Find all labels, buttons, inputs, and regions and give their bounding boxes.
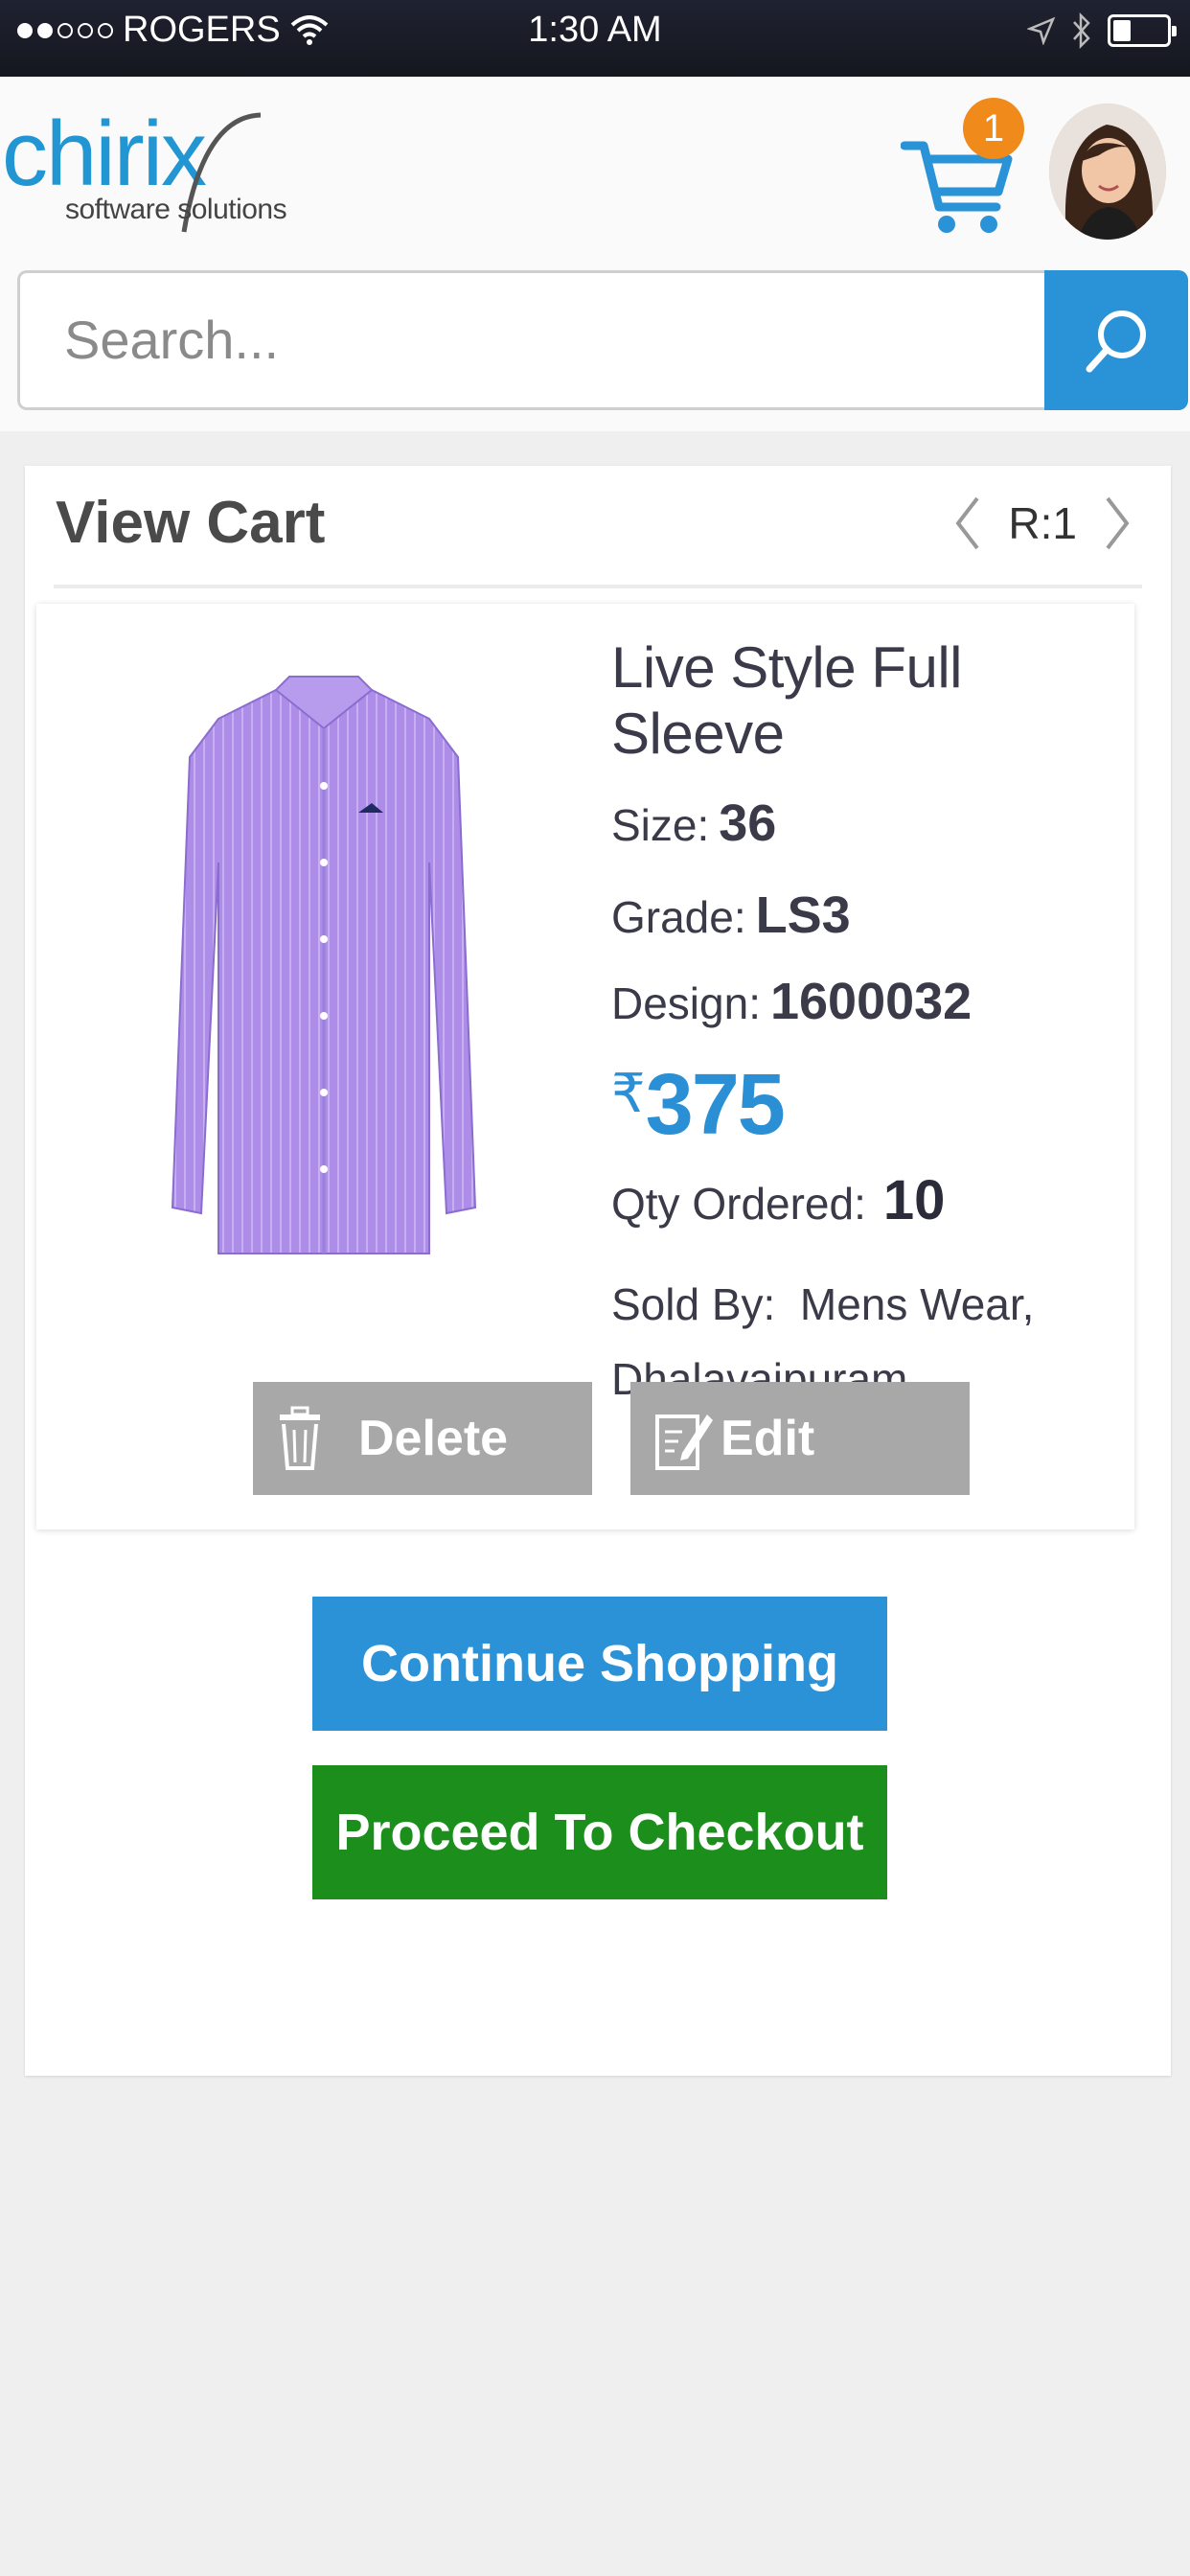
continue-shopping-button[interactable]: Continue Shopping	[312, 1597, 887, 1731]
status-bar: ROGERS 1:30 AM	[0, 0, 1190, 77]
status-time: 1:30 AM	[528, 10, 662, 50]
user-avatar[interactable]	[1049, 104, 1166, 240]
view-cart-panel: View Cart R:1 Live Style Full Sleeve Siz…	[25, 466, 1171, 2076]
chevron-left-icon[interactable]	[952, 494, 981, 552]
search-button[interactable]	[1044, 270, 1188, 410]
cart-item-card: Live Style Full Sleeve Size: 36 Grade: L…	[36, 604, 1134, 1530]
bluetooth-icon	[1073, 12, 1090, 50]
price-amount: 375	[645, 1057, 786, 1153]
cart-count-badge: 1	[963, 98, 1024, 159]
size-label: Size:	[611, 800, 710, 850]
sold-by-label: Sold By:	[611, 1279, 776, 1329]
search-icon	[1086, 310, 1146, 373]
logo-tagline: software solutions	[65, 194, 287, 225]
title-divider	[54, 585, 1142, 588]
trash-icon	[280, 1406, 320, 1470]
quantity-ordered: Qty Ordered: 10	[611, 1168, 1129, 1232]
delete-button[interactable]: Delete	[253, 1382, 592, 1495]
edit-button[interactable]: Edit	[630, 1382, 970, 1495]
qty-value: 10	[882, 1169, 946, 1231]
location-icon	[1027, 16, 1056, 45]
chevron-right-icon[interactable]	[1104, 494, 1133, 552]
cart-pager: R:1	[952, 494, 1133, 552]
pager-label: R:1	[1008, 498, 1077, 548]
size-value: 36	[719, 794, 777, 852]
page-title: View Cart	[56, 490, 326, 556]
app-header: chirix software solutions 1 Search...	[0, 77, 1190, 431]
avatar-image	[1049, 104, 1166, 240]
delete-label: Delete	[358, 1411, 509, 1466]
product-grade: Grade: LS3	[611, 886, 1129, 945]
product-details: Live Style Full Sleeve Size: 36 Grade: L…	[611, 634, 1129, 1416]
product-name: Live Style Full Sleeve	[611, 635, 962, 766]
grade-value: LS3	[755, 886, 851, 944]
qty-label: Qty Ordered:	[611, 1179, 866, 1229]
currency-symbol: ₹	[611, 1063, 646, 1123]
product-design: Design: 1600032	[611, 972, 1129, 1031]
sold-by-line1: Mens Wear,	[799, 1279, 1035, 1329]
edit-label: Edit	[721, 1411, 815, 1466]
search-input[interactable]: Search...	[17, 270, 1047, 410]
product-size: Size: 36	[611, 794, 1129, 853]
status-right	[1027, 12, 1177, 50]
design-value: 1600032	[769, 973, 973, 1030]
design-label: Design:	[611, 978, 761, 1028]
company-logo[interactable]: chirix software solutions	[2, 102, 299, 236]
proceed-to-checkout-button[interactable]: Proceed To Checkout	[312, 1765, 887, 1899]
edit-icon	[655, 1414, 713, 1470]
product-image[interactable]	[142, 671, 506, 1265]
grade-label: Grade:	[611, 892, 746, 942]
battery-icon	[1108, 14, 1177, 47]
search-bar: Search...	[17, 270, 1188, 410]
product-price: ₹ 375	[611, 1056, 1129, 1155]
